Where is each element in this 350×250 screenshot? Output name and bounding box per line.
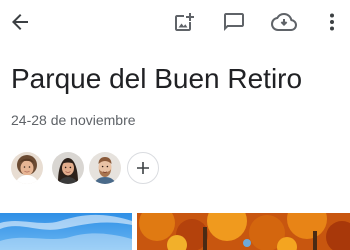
autumn-trees-photo <box>137 213 350 250</box>
woman-dark-hair-avatar <box>52 152 84 184</box>
man-beard-avatar <box>89 152 121 184</box>
add-photo-button[interactable] <box>170 8 198 36</box>
comment-icon <box>224 13 244 31</box>
comment-button[interactable] <box>220 8 248 36</box>
person-avatar[interactable] <box>52 152 84 184</box>
add-person-button[interactable] <box>127 152 159 184</box>
cloud-download-icon <box>271 12 297 31</box>
arrow-back-icon <box>12 14 28 30</box>
album-dates: 24-28 de noviembre <box>11 112 136 128</box>
photo-thumbnail[interactable] <box>137 213 350 250</box>
plus-icon <box>137 162 149 174</box>
woman-curly-hair-avatar <box>11 152 43 184</box>
photo-grid <box>0 213 350 250</box>
add-photo-icon <box>175 13 194 31</box>
back-button[interactable] <box>6 8 34 36</box>
more-options-button[interactable] <box>318 8 346 36</box>
top-toolbar <box>0 0 350 44</box>
album-title: Parque del Buen Retiro <box>11 63 303 94</box>
person-avatar[interactable] <box>89 152 121 184</box>
blue-sky-photo <box>0 213 132 250</box>
more-vert-icon <box>330 13 334 31</box>
album-screen: Parque del Buen Retiro 24-28 de noviembr… <box>0 0 350 250</box>
person-avatar[interactable] <box>11 152 43 184</box>
photo-thumbnail[interactable] <box>0 213 132 250</box>
download-button[interactable] <box>270 8 298 36</box>
